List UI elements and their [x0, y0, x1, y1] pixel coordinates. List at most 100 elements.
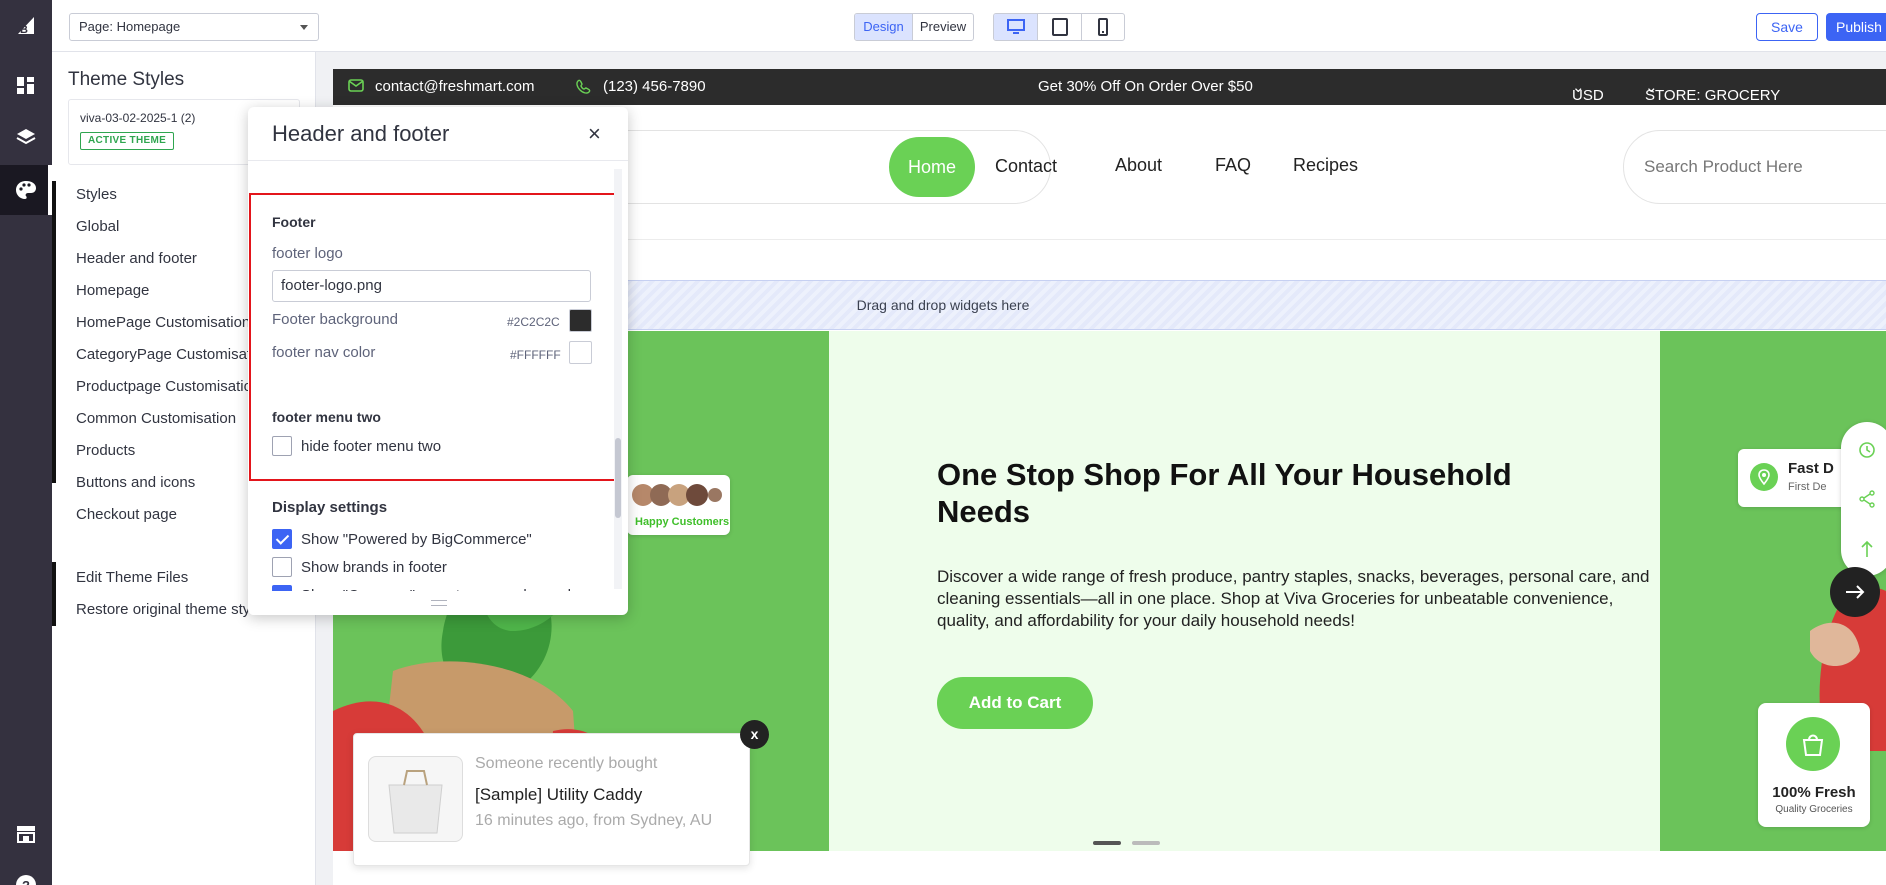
footer-logo-input[interactable]: footer-logo.png	[272, 270, 591, 302]
show-brands-label: Show brands in footer	[301, 559, 447, 576]
toast-product-name[interactable]: [Sample] Utility Caddy	[475, 785, 642, 805]
toast-line-1: Someone recently bought	[475, 755, 658, 772]
currency-select[interactable]: USD ⌄	[1572, 78, 1604, 104]
contact-email[interactable]: contact@freshmart.com	[375, 78, 534, 95]
nav-recipes[interactable]: Recipes	[1293, 155, 1358, 176]
sidebar-group-marker	[52, 181, 56, 483]
tablet-icon[interactable]	[1038, 14, 1082, 40]
theme-name: viva-03-02-2025-1 (2)	[80, 111, 196, 125]
share-icon[interactable]	[1841, 474, 1886, 524]
layers-icon[interactable]	[0, 112, 52, 162]
dropzone-label: Drag and drop widgets here	[856, 297, 1030, 313]
promo-text: Get 30% Off On Order Over $50	[1038, 78, 1253, 95]
store-select[interactable]: STORE: GROCERY ⌄	[1645, 78, 1780, 104]
nav-faq[interactable]: FAQ	[1215, 155, 1251, 176]
footer-background-swatch[interactable]	[569, 309, 592, 332]
floating-actions	[1841, 422, 1886, 576]
sidebar-item-global[interactable]: Global	[76, 218, 119, 235]
sidebar-item-checkout-page[interactable]: Checkout page	[76, 506, 177, 523]
contact-phone[interactable]: (123) 456-7890	[603, 78, 706, 95]
publish-button[interactable]: Publish	[1826, 13, 1886, 41]
store-icon[interactable]	[0, 809, 52, 859]
save-button[interactable]: Save	[1756, 13, 1818, 41]
footer-background-hex: #2C2C2C	[507, 315, 560, 329]
sidebar-item-header-and-footer[interactable]: Header and footer	[76, 250, 197, 267]
app-rail: B ?	[0, 0, 52, 885]
footer-heading: Footer	[272, 214, 316, 230]
sidebar-item-productpage-customisation[interactable]: Productpage Customisation	[76, 378, 260, 395]
nav-home[interactable]: Home	[889, 137, 975, 197]
sidebar-item-categorypage-customisation[interactable]: CategoryPage Customisation	[76, 346, 271, 363]
mobile-icon[interactable]	[1082, 14, 1124, 40]
store-value: STORE: GROCERY	[1645, 87, 1781, 104]
svg-text:?: ?	[22, 878, 30, 885]
page-select[interactable]: Page: Homepage	[69, 13, 319, 41]
footer-nav-color-hex: #FFFFFF	[510, 348, 561, 362]
search-box[interactable]: Search Product Here	[1623, 130, 1886, 204]
fresh-card: 100% Fresh Quality Groceries	[1758, 703, 1870, 827]
history-icon[interactable]	[1841, 425, 1886, 475]
mail-icon	[348, 79, 364, 96]
bigcommerce-logo-icon[interactable]: B	[0, 0, 52, 50]
toast-close-button[interactable]: x	[740, 720, 769, 749]
toast-time: 16 minutes ago, from Sydney, AU	[475, 812, 713, 829]
footer-nav-color-label: footer nav color	[272, 344, 376, 361]
happy-customers-card: Happy Customers	[627, 475, 730, 535]
arrow-right-icon[interactable]	[1830, 567, 1880, 617]
footer-logo-label: footer logo	[272, 245, 343, 262]
footer-nav-color-swatch[interactable]	[569, 341, 592, 364]
header-footer-panel: Header and footer × Footer footer logo f…	[248, 107, 628, 615]
slider-dot[interactable]	[1132, 841, 1160, 845]
bag-icon	[1786, 717, 1840, 771]
show-powered-by-checkbox[interactable]	[272, 529, 292, 549]
desktop-icon[interactable]	[994, 14, 1038, 40]
footer-menu-two-heading: footer menu two	[272, 409, 381, 425]
panel-scrollbar[interactable]	[614, 169, 622, 589]
add-to-cart-button[interactable]: Add to Cart	[937, 677, 1093, 729]
sidebar-item-homepage-customisation[interactable]: HomePage Customisation	[76, 314, 250, 331]
phone-icon	[576, 79, 591, 98]
recent-purchase-toast: Someone recently bought [Sample] Utility…	[353, 733, 750, 866]
help-icon[interactable]: ?	[0, 860, 52, 885]
currency-value: USD	[1572, 87, 1604, 104]
device-toggle	[993, 13, 1125, 41]
footer-background-label: Footer background	[272, 311, 398, 328]
show-brands-checkbox[interactable]	[272, 557, 292, 577]
close-icon[interactable]: ×	[588, 121, 601, 147]
chevron-down-icon	[300, 25, 308, 30]
panel-title: Header and footer	[272, 121, 450, 146]
panel-header: Header and footer ×	[248, 107, 628, 161]
happy-customers-label: Happy Customers	[635, 516, 730, 528]
slider-dot-active[interactable]	[1093, 841, 1121, 845]
design-mode-button[interactable]: Design	[855, 14, 913, 40]
edit-theme-files-link[interactable]: Edit Theme Files	[76, 569, 188, 586]
sidebar-item-styles[interactable]: Styles	[76, 186, 117, 203]
fast-delivery-subtitle: First De	[1788, 481, 1827, 493]
page-select-value: Page: Homepage	[79, 19, 181, 34]
mode-toggle: Design Preview	[854, 13, 974, 41]
product-thumbnail	[368, 756, 463, 842]
sidebar-item-common-customisation[interactable]: Common Customisation	[76, 410, 236, 427]
sidebar-item-buttons-and-icons[interactable]: Buttons and icons	[76, 474, 195, 491]
fresh-title: 100% Fresh	[1772, 784, 1856, 801]
dashboard-icon[interactable]	[0, 61, 52, 111]
sidebar-item-products[interactable]: Products	[76, 442, 135, 459]
resize-handle[interactable]	[431, 600, 447, 606]
fresh-subtitle: Quality Groceries	[1775, 804, 1853, 815]
top-bar: Page: Homepage Design Preview Save Publi…	[52, 0, 1886, 52]
arrow-up-icon[interactable]	[1841, 524, 1886, 574]
hide-footer-menu-two-checkbox[interactable]	[272, 436, 292, 456]
search-input[interactable]: Search Product Here	[1644, 157, 1803, 177]
sidebar-item-homepage[interactable]: Homepage	[76, 282, 149, 299]
show-powered-by-label: Show "Powered by BigCommerce"	[301, 531, 532, 548]
promo-bar: contact@freshmart.com (123) 456-7890 Get…	[333, 69, 1886, 105]
restore-theme-link[interactable]: Restore original theme styles	[76, 601, 269, 618]
palette-icon[interactable]	[0, 165, 52, 215]
active-theme-badge: ACTIVE THEME	[80, 132, 175, 150]
svg-text:B: B	[20, 24, 28, 36]
preview-mode-button[interactable]: Preview	[913, 14, 973, 40]
panel-scrollbar-thumb[interactable]	[615, 438, 621, 518]
location-icon	[1750, 463, 1778, 491]
nav-contact[interactable]: Contact	[995, 156, 1057, 177]
nav-about[interactable]: About	[1115, 155, 1162, 176]
